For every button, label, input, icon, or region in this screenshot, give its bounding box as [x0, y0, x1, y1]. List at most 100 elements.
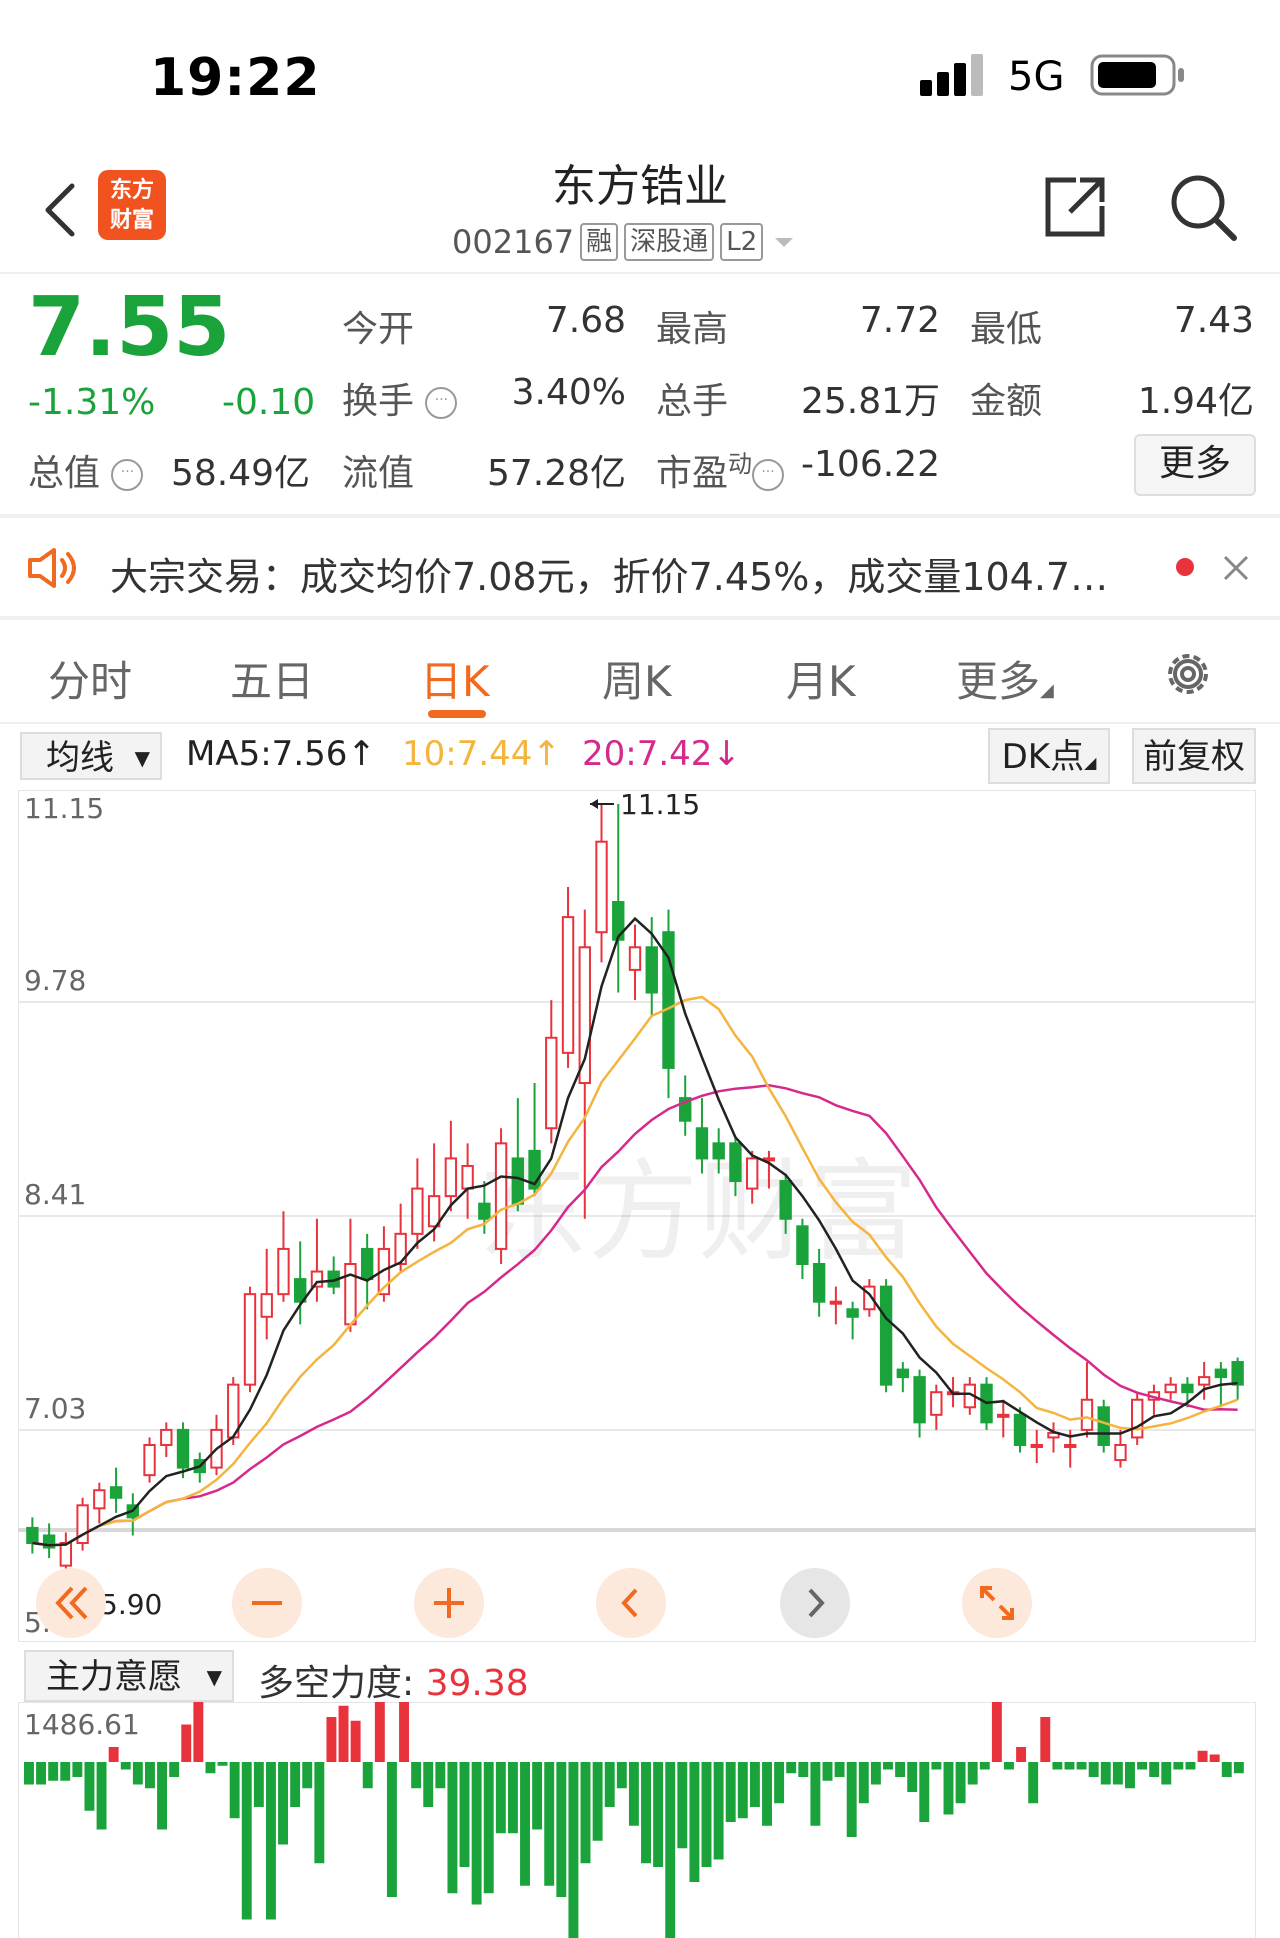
- tab-daily-k[interactable]: 日K: [420, 648, 490, 709]
- y-label-3: 8.41: [24, 1178, 87, 1211]
- indicator-bar: [895, 1762, 906, 1777]
- y-label-2: 9.78: [24, 964, 87, 997]
- fullscreen-icon[interactable]: [962, 1568, 1032, 1638]
- back-icon[interactable]: [40, 180, 80, 240]
- indicator-bar: [144, 1762, 155, 1789]
- y-label-1: 11.15: [24, 792, 105, 825]
- candle-body: [1131, 1398, 1144, 1439]
- candle-body: [494, 1142, 508, 1250]
- indicator-bar: [580, 1762, 591, 1864]
- turnover-label[interactable]: 换手 ···: [342, 372, 458, 424]
- info-icon: ···: [425, 387, 458, 419]
- candle-body: [277, 1247, 290, 1296]
- mcap-label[interactable]: 总值 ···: [28, 444, 144, 496]
- prev-icon[interactable]: [596, 1568, 666, 1638]
- indicator-bar: [447, 1762, 458, 1894]
- candle-body: [59, 1542, 73, 1567]
- tab-underline: [428, 710, 486, 718]
- indicator-bar: [822, 1762, 833, 1781]
- indicator-bar: [677, 1762, 688, 1849]
- indicator-bar: [1125, 1762, 1135, 1789]
- indicator-bar: [48, 1762, 59, 1781]
- candle-body: [796, 1225, 809, 1265]
- stock-code: 002167: [452, 223, 575, 261]
- kline-chart[interactable]: 东方财富 11.15 5.90: [18, 790, 1256, 1642]
- candle-body: [645, 946, 658, 994]
- adjust-button[interactable]: 前复权: [1132, 728, 1256, 784]
- indicator-bar: [435, 1762, 446, 1789]
- candle-body: [344, 1263, 357, 1326]
- candle-body: [930, 1391, 943, 1416]
- volume-label: 总手: [656, 381, 729, 422]
- indicator-bar: [749, 1762, 760, 1807]
- dk-point-button[interactable]: DK点◢: [988, 728, 1110, 784]
- share-icon[interactable]: [1040, 172, 1110, 242]
- indicator-bar: [399, 1702, 409, 1762]
- fast-back-icon[interactable]: [36, 1568, 106, 1638]
- candle-body: [879, 1285, 893, 1386]
- close-icon[interactable]: [1222, 554, 1250, 582]
- gear-icon[interactable]: [1162, 648, 1214, 700]
- tab-five-day[interactable]: 五日: [230, 648, 314, 709]
- candle-body: [176, 1428, 190, 1469]
- network-label: 5G: [1008, 54, 1065, 100]
- candle-body: [1181, 1383, 1194, 1394]
- candle-body: [1030, 1443, 1043, 1448]
- indicator-select[interactable]: 主力意愿 ▼: [24, 1650, 234, 1702]
- indicator-bar: [943, 1762, 954, 1815]
- tag-l2: L2: [720, 223, 764, 261]
- app-logo: 东方 财富: [98, 170, 166, 240]
- indicator-bar: [108, 1747, 119, 1762]
- ma-select[interactable]: 均线 ▼: [20, 732, 162, 780]
- turnover-value: 3.40%: [511, 372, 626, 413]
- indicator-bar: [1088, 1762, 1099, 1777]
- indicator-bar: [60, 1762, 71, 1781]
- zoom-out-icon[interactable]: [232, 1568, 302, 1638]
- candle-body: [896, 1368, 910, 1379]
- battery-icon: [1090, 54, 1184, 96]
- indicator-value: 39.38: [425, 1663, 529, 1704]
- indicator-bar: [1137, 1762, 1148, 1770]
- stock-code-row[interactable]: 002167 融 深股通 L2: [452, 220, 799, 264]
- change-amount: -0.10: [222, 382, 316, 423]
- indicator-bar: [350, 1720, 361, 1762]
- candle-body: [779, 1180, 792, 1220]
- notice-text[interactable]: 大宗交易：成交均价7.08元，折价7.45%，成交量104.7…: [110, 546, 1120, 601]
- indicator-bar: [265, 1762, 276, 1920]
- search-icon[interactable]: [1168, 172, 1238, 242]
- mcap-value: 58.49亿: [170, 453, 310, 494]
- indicator-bar: [907, 1762, 918, 1792]
- candle-body: [595, 840, 608, 934]
- pe-label[interactable]: 市盈动 ···: [656, 444, 785, 496]
- stock-name: 东方锆业: [552, 161, 728, 212]
- indicator-chart[interactable]: [18, 1702, 1256, 1938]
- zoom-in-icon[interactable]: [414, 1568, 484, 1638]
- indicator-bar: [423, 1762, 434, 1807]
- chevron-down-icon: [775, 238, 794, 247]
- indicator-label: 多空力度: 39.38: [258, 1663, 529, 1704]
- indicator-bar: [556, 1762, 567, 1897]
- indicator-bar: [798, 1762, 809, 1777]
- indicator-bar: [653, 1762, 664, 1867]
- indicator-bar: [278, 1762, 289, 1845]
- tab-weekly-k[interactable]: 周K: [602, 648, 672, 709]
- open-value: 7.68: [545, 300, 626, 341]
- next-icon[interactable]: [780, 1568, 850, 1638]
- indicator-bar: [520, 1762, 530, 1886]
- indicator-bar: [181, 1724, 192, 1762]
- indicator-bar: [762, 1762, 772, 1826]
- change-percent: -1.31%: [28, 382, 156, 423]
- indicator-bar: [411, 1762, 422, 1789]
- open-label: 今开: [342, 309, 415, 350]
- indicator-bar: [737, 1762, 748, 1819]
- indicator-bar: [362, 1762, 373, 1789]
- high-annotation: 11.15: [590, 790, 700, 821]
- indicator-bar: [592, 1762, 603, 1841]
- tab-more[interactable]: 更多◢: [956, 648, 1054, 709]
- indicator-bar: [314, 1762, 325, 1864]
- indicator-bar: [96, 1762, 107, 1830]
- tab-monthly-k[interactable]: 月K: [786, 648, 856, 709]
- more-button[interactable]: 更多: [1134, 434, 1256, 496]
- tab-intraday[interactable]: 分时: [48, 648, 132, 709]
- candle-body: [695, 1127, 709, 1160]
